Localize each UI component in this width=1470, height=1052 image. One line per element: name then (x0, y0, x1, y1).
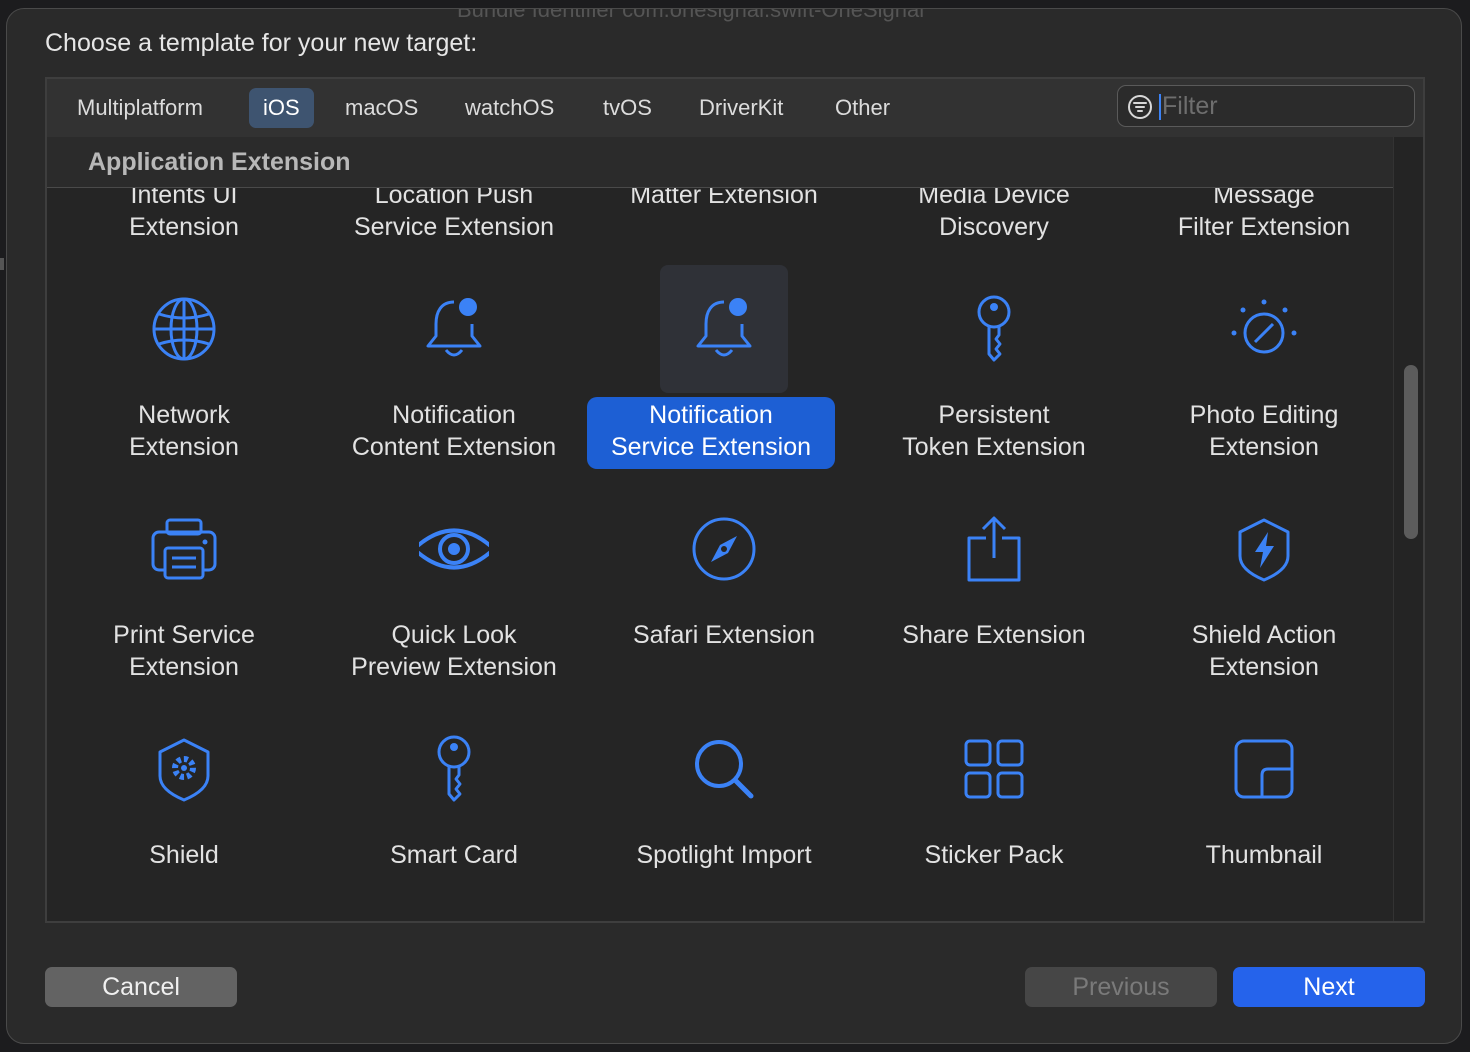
tab-multiplatform[interactable]: Multiplatform (63, 88, 217, 128)
template-label: Print Service Extension (113, 621, 255, 681)
template-quick-look-preview-extension[interactable]: Quick Look Preview Extension (319, 485, 589, 705)
eye-icon (419, 528, 489, 570)
template-label: Photo Editing Extension (1189, 401, 1339, 461)
template-print-service-extension[interactable]: Print Service Extension (49, 485, 319, 705)
template-icon-box (390, 705, 518, 833)
template-network-extension[interactable]: Network Extension (49, 265, 319, 485)
template-label: Notification Service Extension (587, 397, 835, 469)
template-shield-action-extension[interactable]: Shield Action Extension (1129, 485, 1393, 705)
template-icon-box (1200, 485, 1328, 613)
template-scroll-area[interactable]: Intents UI Extension Location Push Service… (47, 137, 1393, 921)
template-share-extension[interactable]: Share Extension (859, 485, 1129, 705)
tab-watchos[interactable]: watchOS (451, 88, 568, 128)
section-header: Application Extension (47, 137, 1393, 188)
tab-driverkit[interactable]: DriverKit (685, 88, 797, 128)
template-label: Intents UI Extension (129, 181, 239, 241)
previous-button[interactable]: Previous (1025, 967, 1217, 1007)
template-icon-box (660, 485, 788, 613)
template-label: Shield Action Extension (1191, 621, 1337, 681)
template-spotlight-import[interactable]: Spotlight Import (589, 705, 859, 921)
template-icon-box (1200, 705, 1328, 833)
template-grid: Intents UI Extension Location Push Service… (47, 137, 1393, 921)
template-thumbnail[interactable]: Thumbnail (1129, 705, 1393, 921)
grid-icon (964, 739, 1024, 799)
template-label: Smart Card (390, 841, 518, 869)
photo-dial-icon (1231, 299, 1297, 354)
template-label: Spotlight Import (636, 841, 812, 869)
template-icon-box (930, 485, 1058, 613)
template-sticker-pack[interactable]: Sticker Pack (859, 705, 1129, 921)
template-label: Sticker Pack (924, 841, 1064, 869)
template-icon-box (120, 265, 248, 393)
platform-tab-bar: Multiplatform iOS macOS watchOS tvOS Dri… (47, 79, 1423, 138)
template-photo-editing-extension[interactable]: Photo Editing Extension (1129, 265, 1393, 485)
section-title: Application Extension (88, 148, 351, 176)
template-icon-box (120, 705, 248, 833)
dialog-heading: Choose a template for your new target: (45, 29, 478, 57)
template-label: Quick Look Preview Extension (351, 621, 557, 681)
thumbnail-icon (1234, 739, 1294, 799)
bell-badge-icon (426, 298, 482, 357)
filter-field[interactable] (1117, 85, 1415, 127)
filter-icon (1128, 95, 1152, 119)
template-icon-box (930, 265, 1058, 393)
template-label: Notification Content Extension (351, 401, 557, 461)
key-icon (977, 295, 1011, 362)
vertical-scrollbar[interactable] (1393, 137, 1423, 921)
tab-other[interactable]: Other (821, 88, 904, 128)
template-label: Share Extension (902, 621, 1086, 649)
text-cursor (1159, 94, 1161, 120)
new-target-dialog: Bundle Identifier com.onesignal.swift-On… (6, 8, 1462, 1044)
template-chooser: Multiplatform iOS macOS watchOS tvOS Dri… (45, 77, 1425, 923)
template-notification-content-extension[interactable]: Notification Content Extension (319, 265, 589, 485)
globe-icon (152, 297, 216, 361)
printer-icon (151, 518, 217, 580)
template-icon-box (660, 265, 788, 393)
background-window-title: Bundle Identifier com.onesignal.swift-On… (457, 8, 925, 22)
next-button[interactable]: Next (1233, 967, 1425, 1007)
shield-gear-icon (158, 738, 210, 802)
template-icon-box (120, 485, 248, 613)
magnifier-icon (695, 740, 754, 799)
template-icon-box (660, 705, 788, 833)
window-edge-marker (0, 258, 4, 270)
template-icon-box (390, 485, 518, 613)
template-label: Message Filter Extension (1177, 181, 1351, 241)
key-icon (437, 735, 471, 802)
template-label: Thumbnail (1205, 841, 1323, 869)
tab-macos[interactable]: macOS (331, 88, 432, 128)
template-label: Persistent Token Extension (902, 401, 1086, 461)
scrollbar-thumb[interactable] (1404, 365, 1418, 539)
template-label: Media Device Discovery (918, 181, 1070, 241)
template-icon-box (1200, 265, 1328, 393)
template-label: Location Push Service Extension (353, 181, 555, 241)
bell-badge-icon (696, 298, 752, 357)
tab-ios[interactable]: iOS (249, 88, 314, 128)
template-notification-service-extension[interactable]: Notification Service Extension (587, 265, 859, 485)
filter-input[interactable] (1162, 88, 1402, 124)
template-safari-extension[interactable]: Safari Extension (589, 485, 859, 705)
compass-icon (692, 517, 756, 581)
cancel-button[interactable]: Cancel (45, 967, 237, 1007)
template-label: Network Extension (129, 401, 239, 461)
template-shield[interactable]: Shield (49, 705, 319, 921)
template-icon-box (390, 265, 518, 393)
template-icon-box (930, 705, 1058, 833)
shield-bolt-icon (1238, 518, 1290, 582)
template-label: Safari Extension (632, 621, 816, 649)
template-persistent-token-extension[interactable]: Persistent Token Extension (859, 265, 1129, 485)
template-smart-card[interactable]: Smart Card (319, 705, 589, 921)
template-label: Shield (149, 841, 219, 869)
tab-tvos[interactable]: tvOS (589, 88, 666, 128)
share-icon (967, 516, 1021, 582)
